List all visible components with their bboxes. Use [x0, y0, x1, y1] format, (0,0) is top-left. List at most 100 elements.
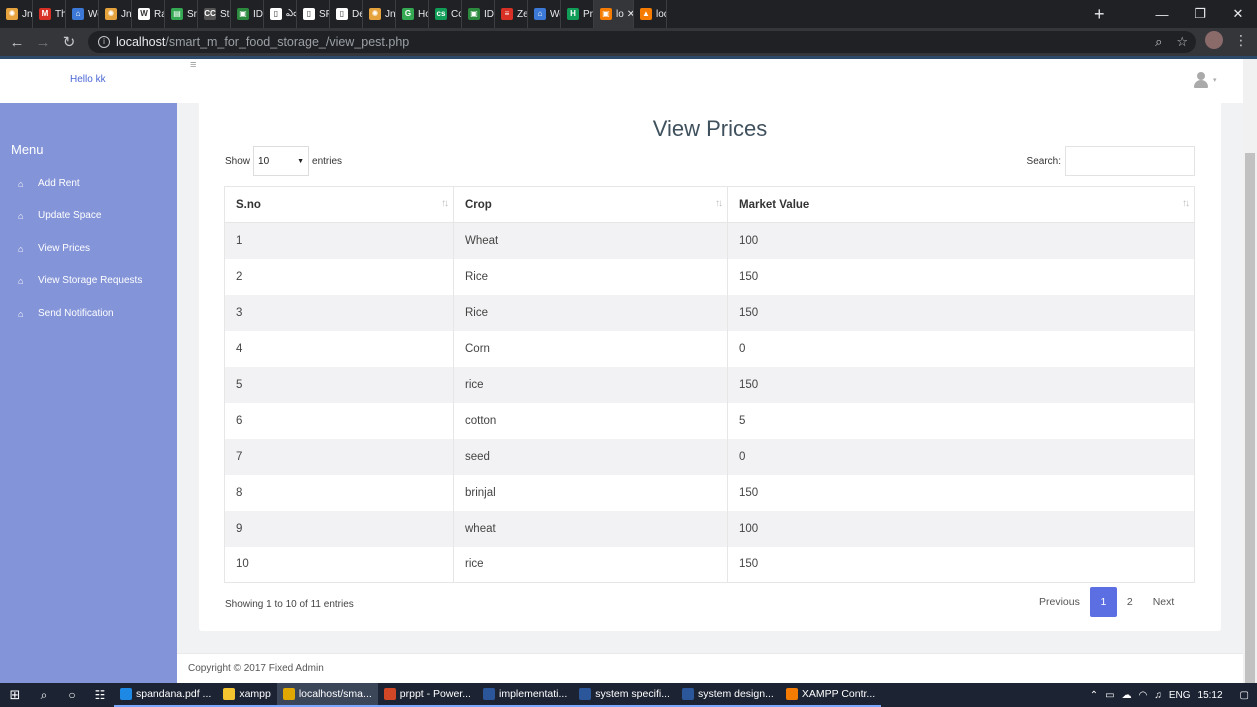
taskbar-app[interactable]: xampp: [217, 683, 277, 707]
column-header-market-value[interactable]: Market Value ↑↓: [727, 186, 1195, 223]
browser-tab[interactable]: G How: [396, 0, 429, 28]
browser-tab[interactable]: ✺ Jnan: [0, 0, 33, 28]
browser-tab[interactable]: ⌂ Worl: [528, 0, 561, 28]
forward-arrow-icon[interactable]: →: [30, 34, 56, 51]
browser-tab[interactable]: ✺ Jnan: [363, 0, 396, 28]
browser-tab[interactable]: H Prati: [561, 0, 594, 28]
cloud-icon[interactable]: ☁: [1122, 690, 1132, 701]
greeting-link[interactable]: Hello kk: [70, 74, 106, 85]
task-view-icon[interactable]: ☷: [86, 688, 114, 702]
bookmark-star-icon[interactable]: ☆: [1176, 34, 1188, 50]
language-indicator[interactable]: ENG: [1169, 690, 1191, 701]
app-icon: [383, 688, 396, 700]
profile-avatar[interactable]: [1205, 31, 1223, 49]
browser-tab[interactable]: ✺ Jnan: [99, 0, 132, 28]
browser-tab[interactable]: ▲ local: [634, 0, 667, 28]
back-arrow-icon[interactable]: ←: [4, 34, 30, 51]
sidebar-item-add-rent[interactable]: ⌂ Add Rent: [18, 178, 80, 189]
browser-tab[interactable]: ▣ IDE |: [231, 0, 264, 28]
tab-favicon-icon: M: [39, 8, 51, 20]
taskbar-app[interactable]: localhost/sma...: [276, 683, 378, 707]
volume-icon[interactable]: ♫: [1154, 690, 1162, 701]
taskbar-app[interactable]: XAMPP Contr...: [779, 683, 882, 707]
windows-start-icon[interactable]: ⊞: [0, 687, 30, 703]
browser-tab-bar: ✺ Jnan M Than ⌂ Worl ✺ Jnan W Ram ▤ Sree CC Strar ▣ IDE…: [0, 0, 1257, 28]
home-icon: ⌂: [18, 210, 24, 221]
browser-tab[interactable]: ▯ SPAI: [297, 0, 330, 28]
tab-label: Zenc: [517, 8, 528, 20]
new-tab-button[interactable]: +: [1094, 4, 1105, 25]
cell-crop: Rice: [453, 258, 728, 295]
cell-sno: 9: [224, 510, 454, 547]
cell-crop: Rice: [453, 294, 728, 331]
cell-sno: 7: [224, 438, 454, 475]
tab-label: lo: [616, 8, 624, 20]
app-icon: [120, 688, 132, 700]
hamburger-menu-icon[interactable]: ≡: [190, 59, 196, 71]
minimize-icon[interactable]: —: [1143, 0, 1181, 28]
table-row: 7 seed 0: [224, 438, 1195, 475]
browser-tab[interactable]: ▯ ఎం: [264, 0, 297, 28]
tab-label: local: [656, 8, 666, 20]
app-icon: [482, 688, 495, 700]
notifications-icon[interactable]: ▢: [1240, 690, 1249, 701]
sidebar-item-view-storage-requests[interactable]: ⌂ View Storage Requests: [18, 275, 142, 286]
sidebar-item-send-notification[interactable]: ⌂ Send Notification: [18, 308, 114, 319]
taskbar-app[interactable]: implementati...: [476, 683, 574, 707]
browser-tab[interactable]: ▣ lo✕: [594, 0, 634, 28]
tab-label: Jnan: [121, 8, 132, 20]
cell-crop: rice: [453, 366, 728, 403]
cell-sno: 2: [224, 258, 454, 295]
browser-tab[interactable]: CC Strar: [198, 0, 231, 28]
browser-tab[interactable]: ▣ IDE |: [462, 0, 495, 28]
table-row: 2 Rice 150: [224, 258, 1195, 295]
browser-tab[interactable]: ▯ Dep: [330, 0, 363, 28]
table-row: 3 Rice 150: [224, 294, 1195, 331]
user-menu[interactable]: ▾: [1193, 71, 1217, 89]
column-header-crop[interactable]: Crop ↑↓: [453, 186, 728, 223]
next-page-button[interactable]: Next: [1143, 587, 1185, 617]
search-input[interactable]: [1065, 146, 1195, 176]
cell-sno: 1: [224, 222, 454, 259]
sidebar-item-view-prices[interactable]: ⌂ View Prices: [18, 243, 90, 254]
entries-select[interactable]: 10 ▼: [253, 146, 310, 176]
column-header-sno[interactable]: S.no ↑↓: [224, 186, 454, 223]
reload-icon[interactable]: ↻: [56, 33, 82, 51]
scrollbar-thumb[interactable]: [1245, 153, 1255, 707]
sidebar-item-label: View Prices: [38, 243, 91, 254]
sidebar-title: Menu: [11, 142, 44, 157]
browser-tab[interactable]: M Than: [33, 0, 66, 28]
page-2-button[interactable]: 2: [1117, 587, 1143, 617]
cortana-icon[interactable]: ○: [58, 688, 86, 702]
search-icon[interactable]: ⌕: [30, 688, 58, 703]
browser-tab[interactable]: cs Cour: [429, 0, 462, 28]
zoom-icon[interactable]: ⌕: [1155, 34, 1162, 50]
taskbar-app[interactable]: spandana.pdf ...: [114, 683, 218, 707]
wifi-icon[interactable]: ◠: [1139, 690, 1148, 701]
browser-menu-icon[interactable]: ⋮: [1234, 32, 1248, 49]
browser-tab[interactable]: ⌂ Worl: [66, 0, 99, 28]
page-scrollbar[interactable]: [1243, 59, 1257, 707]
tab-label: SPAI: [319, 8, 329, 20]
tray-up-arrow-icon[interactable]: ⌃: [1090, 690, 1098, 701]
maximize-icon[interactable]: ❐: [1181, 0, 1219, 28]
tab-close-icon[interactable]: ✕: [627, 9, 633, 20]
taskbar-app[interactable]: system specifi...: [573, 683, 676, 707]
entries-select-value: 10: [258, 155, 270, 167]
tab-favicon-icon: ✺: [369, 8, 381, 20]
close-window-icon[interactable]: ✕: [1219, 0, 1257, 28]
page-1-button[interactable]: 1: [1089, 587, 1117, 617]
taskbar-app[interactable]: prppt - Power...: [377, 683, 477, 707]
browser-tab[interactable]: ▤ Sree: [165, 0, 198, 28]
browser-tab[interactable]: W Ram: [132, 0, 165, 28]
sidebar-item-update-space[interactable]: ⌂ Update Space: [18, 210, 101, 221]
table-row: 4 Corn 0: [224, 330, 1195, 367]
tab-label: Jnan: [385, 8, 396, 20]
taskbar-app[interactable]: system design...: [675, 683, 780, 707]
site-info-icon[interactable]: i: [98, 36, 110, 48]
browser-tab[interactable]: ≡ Zenc: [495, 0, 528, 28]
previous-page-button[interactable]: Previous: [1029, 587, 1090, 617]
clock[interactable]: 15:12: [1198, 690, 1223, 701]
url-input[interactable]: i localhost /smart_m_for_food_storage_/v…: [88, 31, 1196, 53]
battery-icon[interactable]: ▭: [1105, 690, 1114, 701]
